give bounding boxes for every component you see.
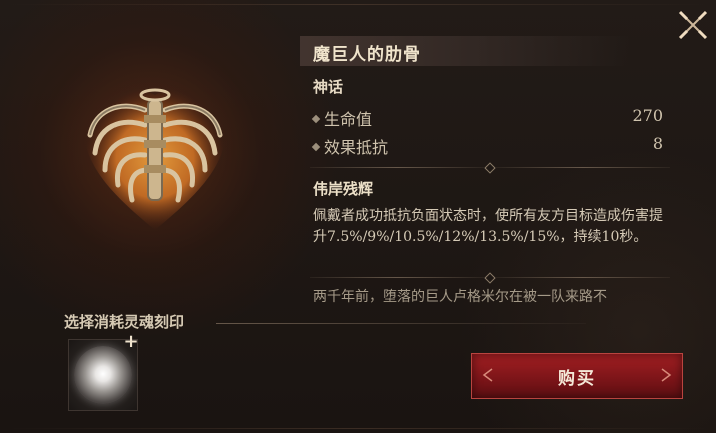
stat-row-hp: 生命值 270: [311, 106, 663, 129]
stat-label: 效果抵抗: [324, 138, 389, 157]
bottom-frame-line: [6, 428, 710, 429]
diamond-bullet-icon: [311, 114, 321, 124]
buy-label: 购买: [558, 368, 596, 389]
buy-button[interactable]: 购买: [471, 353, 683, 399]
soul-orb-icon: [74, 346, 132, 404]
ornament-left-icon: [482, 368, 493, 382]
soul-section-label: 选择消耗灵魂刻印: [64, 313, 185, 331]
item-name: 魔巨人的肋骨: [313, 45, 421, 65]
item-rarity: 神话: [313, 78, 344, 96]
stat-label: 生命值: [324, 110, 373, 129]
stat-value: 270: [632, 106, 663, 125]
item-detail-panel: 魔巨人的肋骨 神话 生命值 270 效果抵抗 8 伟岸残辉 佩戴者成功抵抗负面状…: [0, 0, 716, 433]
ribcage-relic-icon: [84, 87, 226, 230]
section-rule: [216, 318, 586, 328]
soul-engraving-slot[interactable]: +: [68, 333, 139, 411]
divider: [310, 161, 670, 174]
item-lore[interactable]: 两千年前，堕落的巨人卢格米尔在被一队来路不: [313, 286, 673, 306]
stat-value: 8: [652, 134, 663, 153]
stat-row-resist: 效果抵抗 8: [311, 134, 663, 157]
top-frame-line: [6, 4, 710, 5]
divider: [310, 271, 670, 284]
skill-description: 佩戴者成功抵抗负面状态时，使所有友方目标造成伤害提升7.5%/9%/10.5%/…: [313, 208, 663, 245]
ornament-right-icon: [661, 368, 672, 382]
plus-icon: +: [123, 331, 139, 352]
close-x-icon: [678, 10, 708, 40]
diamond-bullet-icon: [311, 142, 321, 152]
skill-name: 伟岸残辉: [313, 180, 374, 198]
close-button[interactable]: [676, 8, 710, 42]
